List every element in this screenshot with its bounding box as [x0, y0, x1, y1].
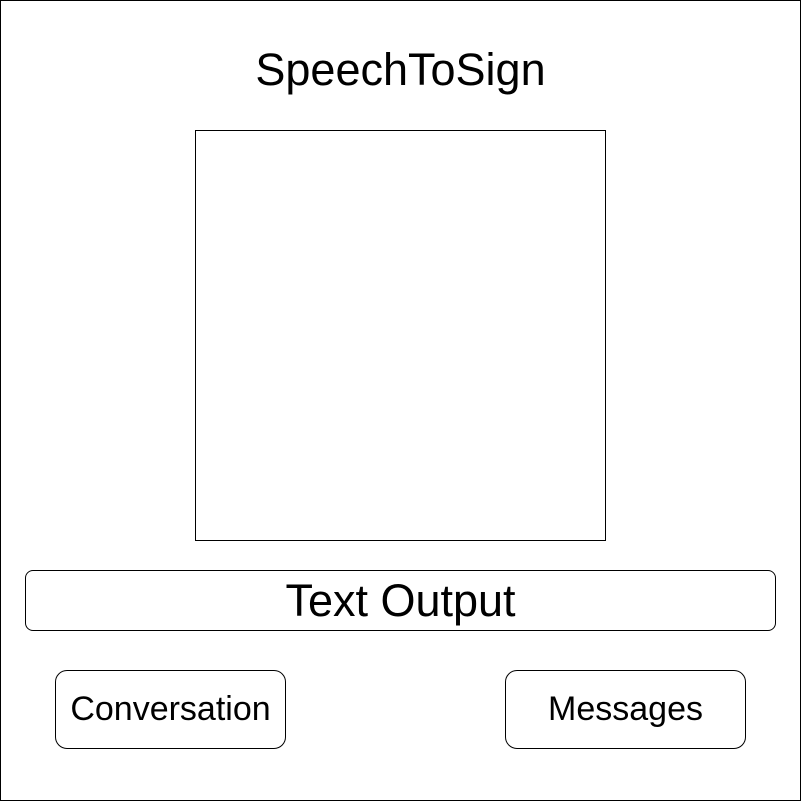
sign-display-area	[195, 130, 606, 541]
text-output-field: Text Output	[25, 570, 776, 631]
text-output-label: Text Output	[285, 574, 516, 626]
app-title: SpeechToSign	[255, 44, 546, 95]
conversation-button[interactable]: Conversation	[55, 670, 286, 749]
messages-button-label: Messages	[548, 690, 703, 728]
messages-button[interactable]: Messages	[505, 670, 746, 749]
conversation-button-label: Conversation	[70, 690, 271, 728]
